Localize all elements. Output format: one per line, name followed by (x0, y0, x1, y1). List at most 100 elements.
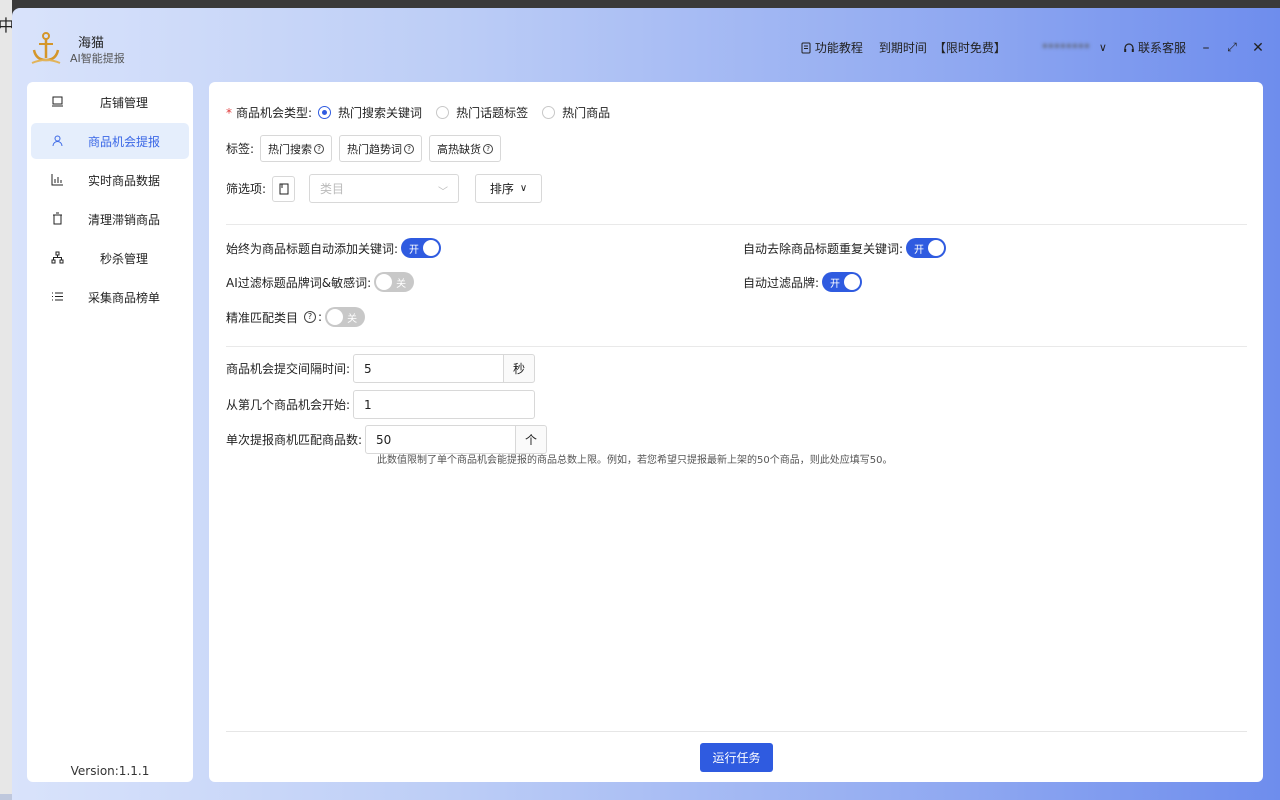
sidebar-item-realtime-data[interactable]: 实时商品数据 (31, 162, 189, 198)
radio-dot-icon (542, 106, 556, 119)
customer-service-button[interactable]: 联系客服 (1123, 39, 1186, 56)
sidebar-item-clear-unsold[interactable]: 清理滞销商品 (31, 201, 189, 237)
exact-category-label: 精准匹配类目 (226, 310, 299, 325)
book-icon (801, 42, 811, 53)
tags-row: 标签: 热门搜索? 热门趋势词? 高热缺货? (226, 135, 508, 162)
required-mark: * (226, 105, 232, 120)
expiry-label: 到期时间 (878, 41, 927, 55)
match-count-hint: 此数值限制了单个商品机会能提报的商品总数上限。例如，若您希望只提报最新上架的50… (377, 455, 893, 466)
expiry-info: 到期时间 【限时免费】 (879, 39, 1006, 56)
toggle-knob (327, 309, 344, 325)
sort-dropdown[interactable]: 排序 ∨ (475, 174, 543, 203)
ai-filter-row: AI过滤标题品牌词&敏感词: 关 (226, 272, 415, 292)
help-icon: ? (483, 143, 494, 154)
sidebar-item-label: 商品机会提报 (87, 134, 160, 149)
match-count-row: 单次提报商机匹配商品数: 50 个 (226, 425, 548, 454)
interval-input[interactable]: 5 (353, 354, 505, 383)
sidebar-item-label: 采集商品榜单 (87, 290, 160, 305)
sidebar-item-shop-management[interactable]: 店铺管理 (31, 84, 189, 120)
app-subtitle: AI智能提报 (70, 52, 125, 65)
account-dropdown[interactable]: ******** ∨ (1022, 41, 1107, 55)
main-panel: * 商品机会类型: 热门搜索关键词 热门话题标签 热门商品 标签: 热门搜索? … (209, 82, 1263, 782)
interval-unit: 秒 (504, 354, 536, 383)
chevron-down-icon: ∨ (1098, 41, 1107, 54)
radio-label: 热门商品 (562, 106, 611, 120)
category-select[interactable]: 类目 ﹀ (309, 174, 460, 203)
radio-label: 热门话题标签 (456, 106, 529, 120)
tutorial-label: 功能教程 (814, 41, 863, 55)
minimize-icon[interactable]: – (1200, 40, 1212, 56)
exact-category-toggle[interactable]: 关 (325, 307, 366, 327)
filter-document-button[interactable] (272, 175, 296, 202)
sidebar-item-label: 清理滞销商品 (87, 212, 160, 227)
tutorial-button[interactable]: 功能教程 (800, 39, 863, 56)
toggle-state-text: 关 (347, 314, 358, 325)
maximize-icon[interactable]: ⤢ (1226, 40, 1238, 55)
help-icon[interactable]: ? (304, 311, 317, 323)
document-icon (279, 183, 289, 194)
start-from-label: 从第几个商品机会开始: (226, 398, 351, 412)
radio-hot-search-keyword[interactable]: 热门搜索关键词 (318, 104, 422, 121)
filter-label: 筛选项: (226, 182, 267, 196)
interval-input-group: 5 秒 (353, 354, 536, 383)
start-from-input[interactable]: 1 (353, 390, 536, 419)
interval-label: 商品机会提交间隔时间: (226, 362, 351, 376)
sidebar: 店铺管理 商品机会提报 实时商品数据 清理滞销商品 秒杀管理 采集商品榜单 Ve… (27, 82, 193, 782)
auto-remove-dup-row: 自动去除商品标题重复关键词: 开 (743, 238, 947, 258)
radio-dot-icon (436, 106, 450, 119)
footer-divider (226, 731, 1247, 732)
auto-remove-dup-toggle[interactable]: 开 (906, 238, 947, 258)
exact-category-colon: : (318, 310, 323, 324)
tag-label: 高热缺货 (437, 142, 482, 156)
account-name: ******** (1041, 40, 1090, 55)
auto-filter-brand-row: 自动过滤品牌: 开 (743, 272, 863, 292)
app-window: 海猫 AI智能提报 功能教程 到期时间 【限时免费】 ******** ∨ 联系… (12, 8, 1280, 800)
tag-label: 热门搜索 (268, 142, 313, 156)
toggle-knob (844, 274, 861, 290)
auto-add-keyword-toggle[interactable]: 开 (401, 238, 442, 258)
exact-category-row: 精准匹配类目 ? : 关 (226, 307, 366, 327)
section-divider (226, 346, 1247, 347)
sidebar-item-label: 秒杀管理 (99, 251, 148, 266)
tag-hot-search[interactable]: 热门搜索? (260, 135, 333, 162)
customer-service-label: 联系客服 (1137, 41, 1186, 55)
toggle-state-text: 开 (830, 279, 841, 290)
anchor-logo-icon (31, 32, 61, 64)
interval-row: 商品机会提交间隔时间: 5 秒 (226, 354, 536, 383)
tags-label: 标签: (226, 142, 255, 156)
auto-filter-brand-toggle[interactable]: 开 (822, 272, 863, 292)
expiry-value: 【限时免费】 (933, 41, 1006, 55)
close-icon[interactable]: ✕ (1252, 40, 1264, 56)
match-count-label: 单次提报商机匹配商品数: (226, 433, 363, 447)
start-from-input-group: 1 (353, 390, 536, 419)
ai-filter-toggle[interactable]: 关 (374, 272, 415, 292)
match-count-input[interactable]: 50 (365, 425, 517, 454)
opportunity-type-row: * 商品机会类型: 热门搜索关键词 热门话题标签 热门商品 (226, 104, 624, 121)
headset-icon (1124, 42, 1134, 52)
sidebar-item-opportunity-report[interactable]: 商品机会提报 (31, 123, 189, 159)
help-icon: ? (314, 143, 325, 154)
toggle-state-text: 开 (914, 245, 925, 256)
match-count-unit: 个 (516, 425, 548, 454)
toggle-knob (423, 240, 440, 256)
filter-row: 筛选项: 类目 ﹀ 排序 ∨ (226, 174, 543, 203)
radio-hot-product[interactable]: 热门商品 (542, 104, 610, 121)
ai-filter-label: AI过滤标题品牌词&敏感词: (226, 275, 372, 290)
toggle-knob (376, 274, 393, 290)
sidebar-item-label: 店铺管理 (99, 95, 148, 110)
chevron-down-icon: ∨ (519, 183, 528, 194)
sidebar-item-flash-sale[interactable]: 秒杀管理 (31, 240, 189, 276)
auto-add-keyword-label: 始终为商品标题自动添加关键词: (226, 241, 399, 256)
run-task-button[interactable]: 运行任务 (700, 743, 773, 772)
toggle-state-text: 关 (396, 279, 407, 290)
version-text: Version:1.1.1 (70, 764, 150, 778)
sidebar-item-collect-ranking[interactable]: 采集商品榜单 (31, 279, 189, 315)
sidebar-item-label: 实时商品数据 (87, 173, 160, 188)
radio-hot-topic-tag[interactable]: 热门话题标签 (436, 104, 528, 121)
auto-add-keyword-row: 始终为商品标题自动添加关键词: 开 (226, 238, 442, 258)
tag-hot-trend-word[interactable]: 热门趋势词? (339, 135, 423, 162)
app-name: 海猫 (78, 36, 105, 51)
toggle-state-text: 开 (409, 245, 420, 256)
tag-hot-out-of-stock[interactable]: 高热缺货? (429, 135, 502, 162)
toggle-knob (928, 240, 945, 256)
